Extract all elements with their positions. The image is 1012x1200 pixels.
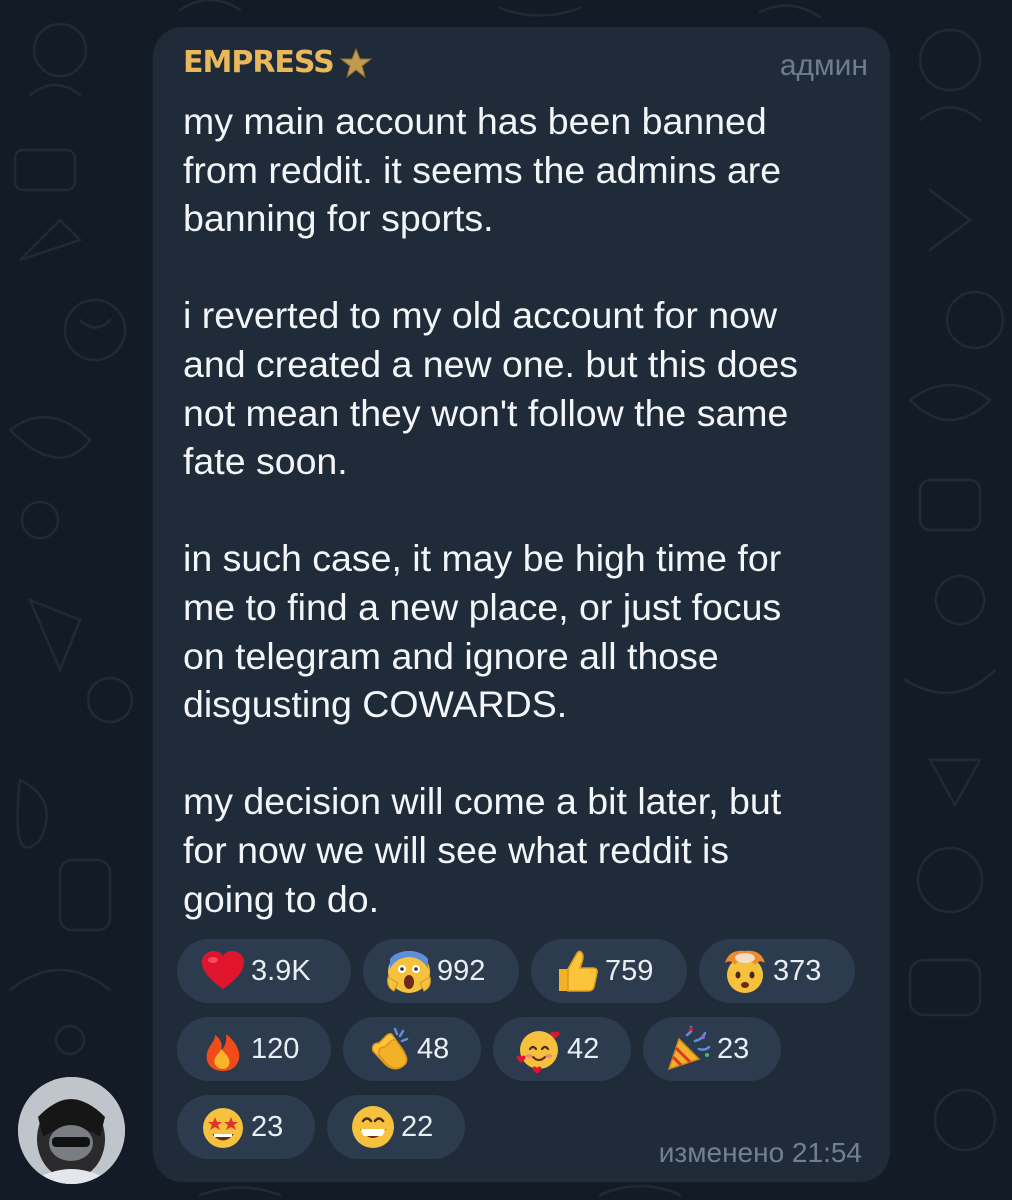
reaction-hearts-face-button[interactable]: 42 xyxy=(493,1017,631,1081)
author-name[interactable]: EMPRESS xyxy=(183,45,372,80)
reactions-row: 3.9K 992 759 373 xyxy=(177,939,877,1003)
thumbs-up-icon xyxy=(559,950,598,992)
reaction-count: 23 xyxy=(251,1110,284,1143)
screaming-face-icon xyxy=(387,950,431,993)
smiling-face-hearts-icon xyxy=(516,1031,560,1073)
message-paragraph: my main account has been banned from red… xyxy=(183,100,782,240)
reaction-clapping-button[interactable]: 48 xyxy=(343,1017,481,1081)
reaction-star-struck-button[interactable]: 23 xyxy=(177,1095,315,1159)
reactions-row: 120 48 42 23 xyxy=(177,1017,877,1081)
reaction-screaming-button[interactable]: 992 xyxy=(363,939,519,1003)
edited-timestamp: изменено 21:54 xyxy=(658,1137,862,1168)
star-icon xyxy=(339,47,372,78)
message-text: my main account has been banned from red… xyxy=(183,97,873,923)
author-avatar[interactable] xyxy=(18,1077,125,1184)
clapping-hands-icon xyxy=(371,1027,409,1070)
reaction-count: 3.9K xyxy=(251,954,311,987)
author-name-text[interactable]: EMPRESS xyxy=(183,45,335,80)
reaction-heart-button[interactable]: 3.9K xyxy=(177,939,351,1003)
reaction-party-button[interactable]: 23 xyxy=(643,1017,781,1081)
red-heart-icon xyxy=(202,951,244,989)
message-paragraph: my decision will come a bit later, but f… xyxy=(183,780,782,920)
star-struck-icon xyxy=(203,1108,243,1148)
reaction-exploding-head-button[interactable]: 373 xyxy=(699,939,855,1003)
fire-icon xyxy=(206,1034,240,1071)
message-bubble[interactable]: EMPRESS админ my main account has been b… xyxy=(153,27,890,1182)
admin-role-label: админ xyxy=(779,49,868,82)
message-paragraph: in such case, it may be high time for me… xyxy=(183,537,782,726)
reaction-thumbsup-button[interactable]: 759 xyxy=(531,939,687,1003)
reaction-count: 23 xyxy=(717,1032,750,1065)
reaction-count: 42 xyxy=(567,1032,600,1065)
exploding-head-icon xyxy=(725,950,765,993)
party-popper-icon xyxy=(667,1025,711,1071)
reaction-fire-button[interactable]: 120 xyxy=(177,1017,331,1081)
message-paragraph: i reverted to my old account for now and… xyxy=(183,294,799,483)
reaction-count: 120 xyxy=(251,1032,300,1065)
reaction-count: 759 xyxy=(605,954,654,987)
reaction-count: 48 xyxy=(417,1032,450,1065)
reaction-count: 992 xyxy=(437,954,486,987)
reaction-count: 373 xyxy=(773,954,822,987)
reaction-grinning-button[interactable]: 22 xyxy=(327,1095,465,1159)
reaction-count: 22 xyxy=(401,1110,434,1143)
grinning-face-icon xyxy=(352,1106,394,1148)
